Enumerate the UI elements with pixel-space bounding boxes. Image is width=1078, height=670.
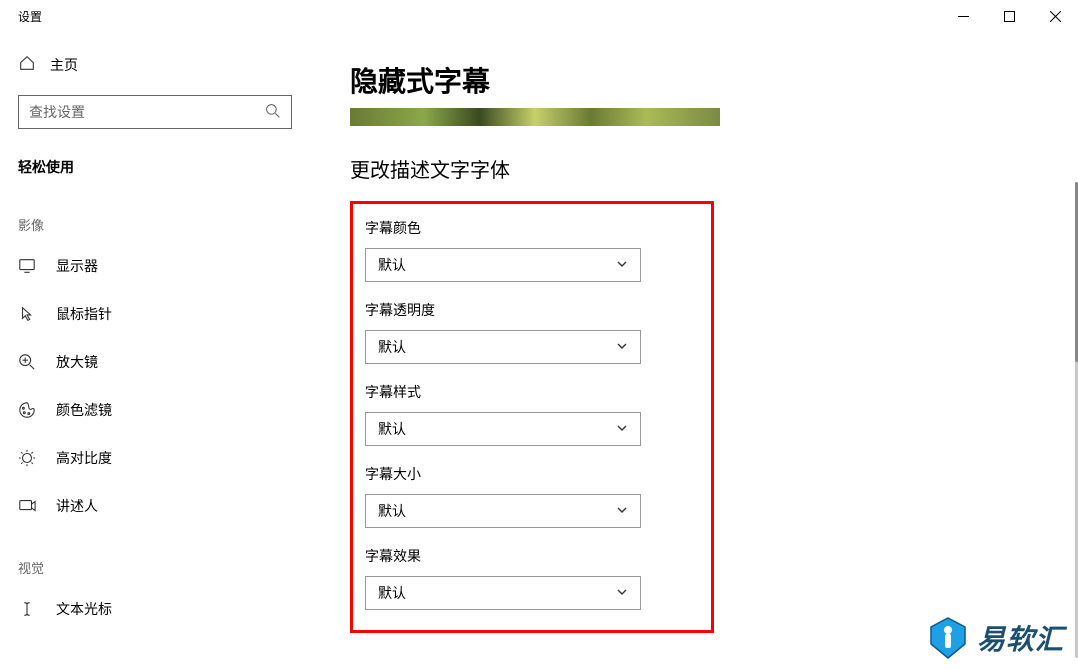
sidebar-item-high-contrast[interactable]: 高对比度 bbox=[0, 434, 310, 482]
window-title: 设置 bbox=[18, 8, 42, 25]
field-label: 字幕样式 bbox=[365, 382, 675, 402]
field-label: 字幕效果 bbox=[365, 546, 675, 566]
sidebar: 主页 轻松使用 影像 显示器 鼠标指针 bbox=[0, 32, 310, 670]
sidebar-item-label: 显示器 bbox=[56, 256, 98, 276]
field-label: 字幕透明度 bbox=[365, 300, 675, 320]
main-content: 隐藏式字幕 更改描述文字字体 字幕颜色 默认 字幕透明度 默认 bbox=[310, 32, 1078, 670]
sidebar-active-section: 轻松使用 bbox=[0, 147, 310, 187]
dropdown-value: 默认 bbox=[378, 583, 406, 603]
sidebar-item-color-filters[interactable]: 颜色滤镜 bbox=[0, 386, 310, 434]
magnifier-icon bbox=[18, 353, 36, 371]
search-input[interactable] bbox=[29, 104, 265, 120]
narrator-icon bbox=[18, 497, 36, 515]
caption-color-dropdown[interactable]: 默认 bbox=[365, 248, 641, 282]
sidebar-group-label: 视觉 bbox=[0, 530, 310, 585]
cursor-icon bbox=[18, 305, 36, 323]
search-icon bbox=[265, 103, 281, 122]
field-label: 字幕颜色 bbox=[365, 218, 675, 238]
dropdown-value: 默认 bbox=[378, 501, 406, 521]
sidebar-item-mouse-pointer[interactable]: 鼠标指针 bbox=[0, 290, 310, 338]
caption-size-dropdown[interactable]: 默认 bbox=[365, 494, 641, 528]
highlighted-region: 字幕颜色 默认 字幕透明度 默认 字幕样式 默认 bbox=[350, 201, 714, 633]
dropdown-value: 默认 bbox=[378, 419, 406, 439]
sidebar-item-label: 鼠标指针 bbox=[56, 304, 112, 324]
contrast-icon bbox=[18, 449, 36, 467]
sidebar-item-label: 颜色滤镜 bbox=[56, 400, 112, 420]
home-icon bbox=[18, 54, 36, 75]
section-title-font: 更改描述文字字体 bbox=[350, 154, 1058, 183]
dropdown-value: 默认 bbox=[378, 255, 406, 275]
chevron-down-icon bbox=[616, 257, 628, 273]
sidebar-item-narrator[interactable]: 讲述人 bbox=[0, 482, 310, 530]
page-title: 隐藏式字幕 bbox=[350, 60, 1058, 100]
caption-effects-dropdown[interactable]: 默认 bbox=[365, 576, 641, 610]
home-label: 主页 bbox=[50, 55, 78, 75]
sidebar-item-text-cursor[interactable]: 文本光标 bbox=[0, 585, 310, 633]
chevron-down-icon bbox=[616, 503, 628, 519]
sidebar-item-label: 放大镜 bbox=[56, 352, 98, 372]
caption-preview bbox=[350, 108, 720, 126]
minimize-button[interactable] bbox=[940, 0, 986, 32]
sidebar-group-label: 影像 bbox=[0, 187, 310, 242]
dropdown-value: 默认 bbox=[378, 337, 406, 357]
home-link[interactable]: 主页 bbox=[0, 44, 310, 85]
caption-style-dropdown[interactable]: 默认 bbox=[365, 412, 641, 446]
close-button[interactable] bbox=[1032, 0, 1078, 32]
chevron-down-icon bbox=[616, 585, 628, 601]
search-box[interactable] bbox=[18, 95, 292, 129]
chevron-down-icon bbox=[616, 421, 628, 437]
monitor-icon bbox=[18, 257, 36, 275]
section-title-background: 更改描述文字背景 bbox=[350, 665, 1058, 670]
caption-transparency-dropdown[interactable]: 默认 bbox=[365, 330, 641, 364]
window-controls bbox=[940, 0, 1078, 32]
field-label: 字幕大小 bbox=[365, 464, 675, 484]
titlebar: 设置 bbox=[0, 0, 1078, 32]
text-cursor-icon bbox=[18, 600, 36, 618]
chevron-down-icon bbox=[616, 339, 628, 355]
sidebar-item-label: 讲述人 bbox=[56, 496, 98, 516]
sidebar-item-label: 高对比度 bbox=[56, 448, 112, 468]
sidebar-item-label: 文本光标 bbox=[56, 599, 112, 619]
sidebar-item-magnifier[interactable]: 放大镜 bbox=[0, 338, 310, 386]
palette-icon bbox=[18, 401, 36, 419]
maximize-button[interactable] bbox=[986, 0, 1032, 32]
sidebar-item-display[interactable]: 显示器 bbox=[0, 242, 310, 290]
